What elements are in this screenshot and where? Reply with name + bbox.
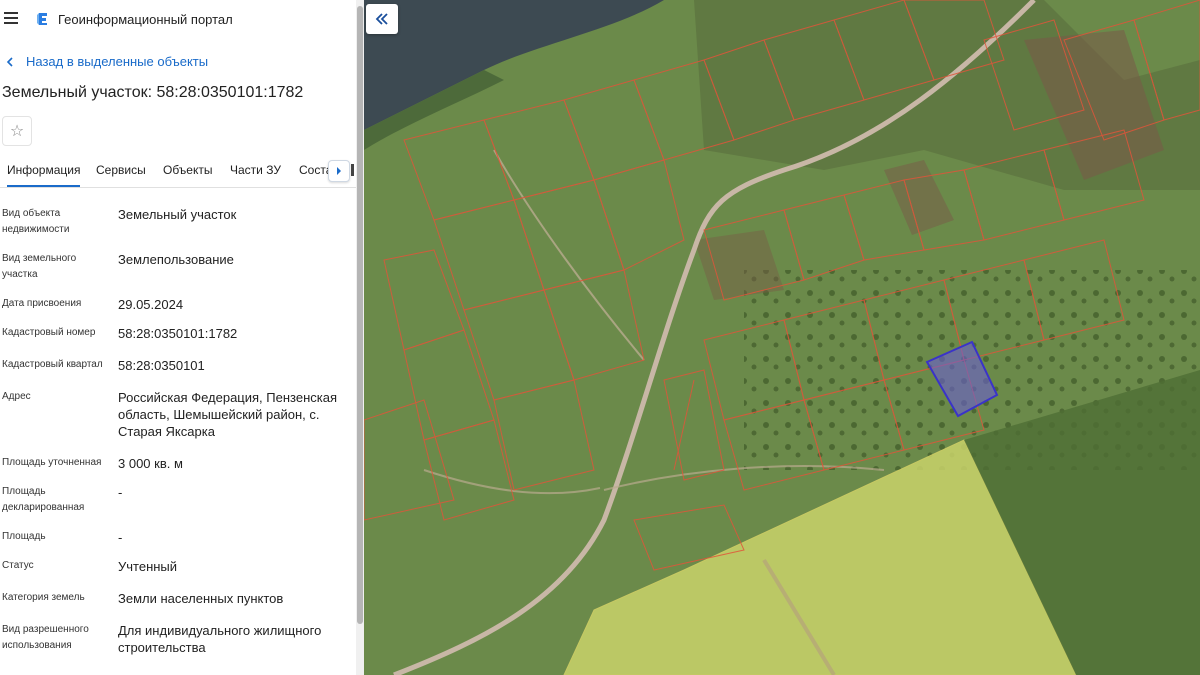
star-icon: ☆ (9, 123, 25, 140)
field-label: Кадастровый номер (2, 327, 96, 338)
field-value: - (118, 485, 123, 500)
double-chevron-left-icon (375, 13, 388, 25)
field-value: Учтенный (118, 559, 178, 574)
tabs-scroll-right-button[interactable] (328, 160, 350, 182)
field-value: 3 000 кв. м (118, 456, 183, 471)
tab-services[interactable]: Сервисы (96, 163, 146, 177)
app-title: Геоинформационный портал (58, 12, 233, 27)
field-value: 58:28:0350101:1782 (118, 326, 238, 341)
field-label: Вид земельного участка (2, 253, 77, 280)
tab-parts[interactable]: Части ЗУ (230, 163, 281, 177)
field-value: - (118, 530, 123, 545)
chevron-right-icon (337, 167, 341, 175)
tab-objects[interactable]: Объекты (163, 163, 213, 177)
field-value: Для индивидуального жилищного строительс… (118, 623, 322, 655)
field-label: Площадь декларированная (2, 486, 85, 513)
back-link-label: Назад в выделенные объекты (26, 54, 209, 69)
field-label: Категория земель (2, 592, 85, 603)
top-bar: Геоинформационный портал (0, 0, 356, 40)
tab-bar: Информация Сервисы Объекты Части ЗУ Сост… (0, 152, 356, 188)
field-label: Площадь уточненная (2, 457, 102, 468)
field-value: Земельный участок (118, 207, 237, 222)
field-label: Кадастровый квартал (2, 359, 103, 370)
collapse-panel-button[interactable] (366, 4, 398, 34)
field-label: Вид объекта недвижимости (2, 208, 70, 235)
field-value: Землепользование (118, 252, 234, 267)
field-value: 58:28:0350101 (118, 358, 205, 373)
object-title: Земельный участок: 58:28:0350101:1782 (2, 84, 304, 101)
back-link[interactable]: Назад в выделенные объекты (6, 54, 208, 69)
scrollbar-thumb[interactable] (357, 6, 363, 624)
chevron-left-icon (6, 56, 13, 67)
panel-scrollbar[interactable] (356, 0, 364, 675)
field-value: Земли населенных пунктов (118, 591, 284, 606)
hamburger-icon[interactable] (4, 12, 18, 24)
field-label: Площадь (2, 531, 46, 542)
field-value: Российская Федерация, Пензенская область… (118, 390, 338, 439)
tab-information[interactable]: Информация (7, 163, 81, 187)
satellite-map[interactable] (364, 0, 1200, 675)
field-value: 29.05.2024 (118, 297, 184, 312)
map-view[interactable] (364, 0, 1200, 675)
field-label: Адрес (2, 391, 31, 402)
tab-overflow-edge (351, 164, 354, 176)
info-panel: Геоинформационный портал Назад в выделен… (0, 0, 356, 675)
favorite-button[interactable]: ☆ (2, 116, 32, 146)
field-label: Статус (2, 560, 34, 571)
field-label: Дата присвоения (2, 298, 82, 309)
field-label: Вид разрешенного использования (2, 624, 89, 651)
tab-composition[interactable]: Состав (299, 163, 329, 177)
portal-logo-icon (37, 13, 47, 25)
